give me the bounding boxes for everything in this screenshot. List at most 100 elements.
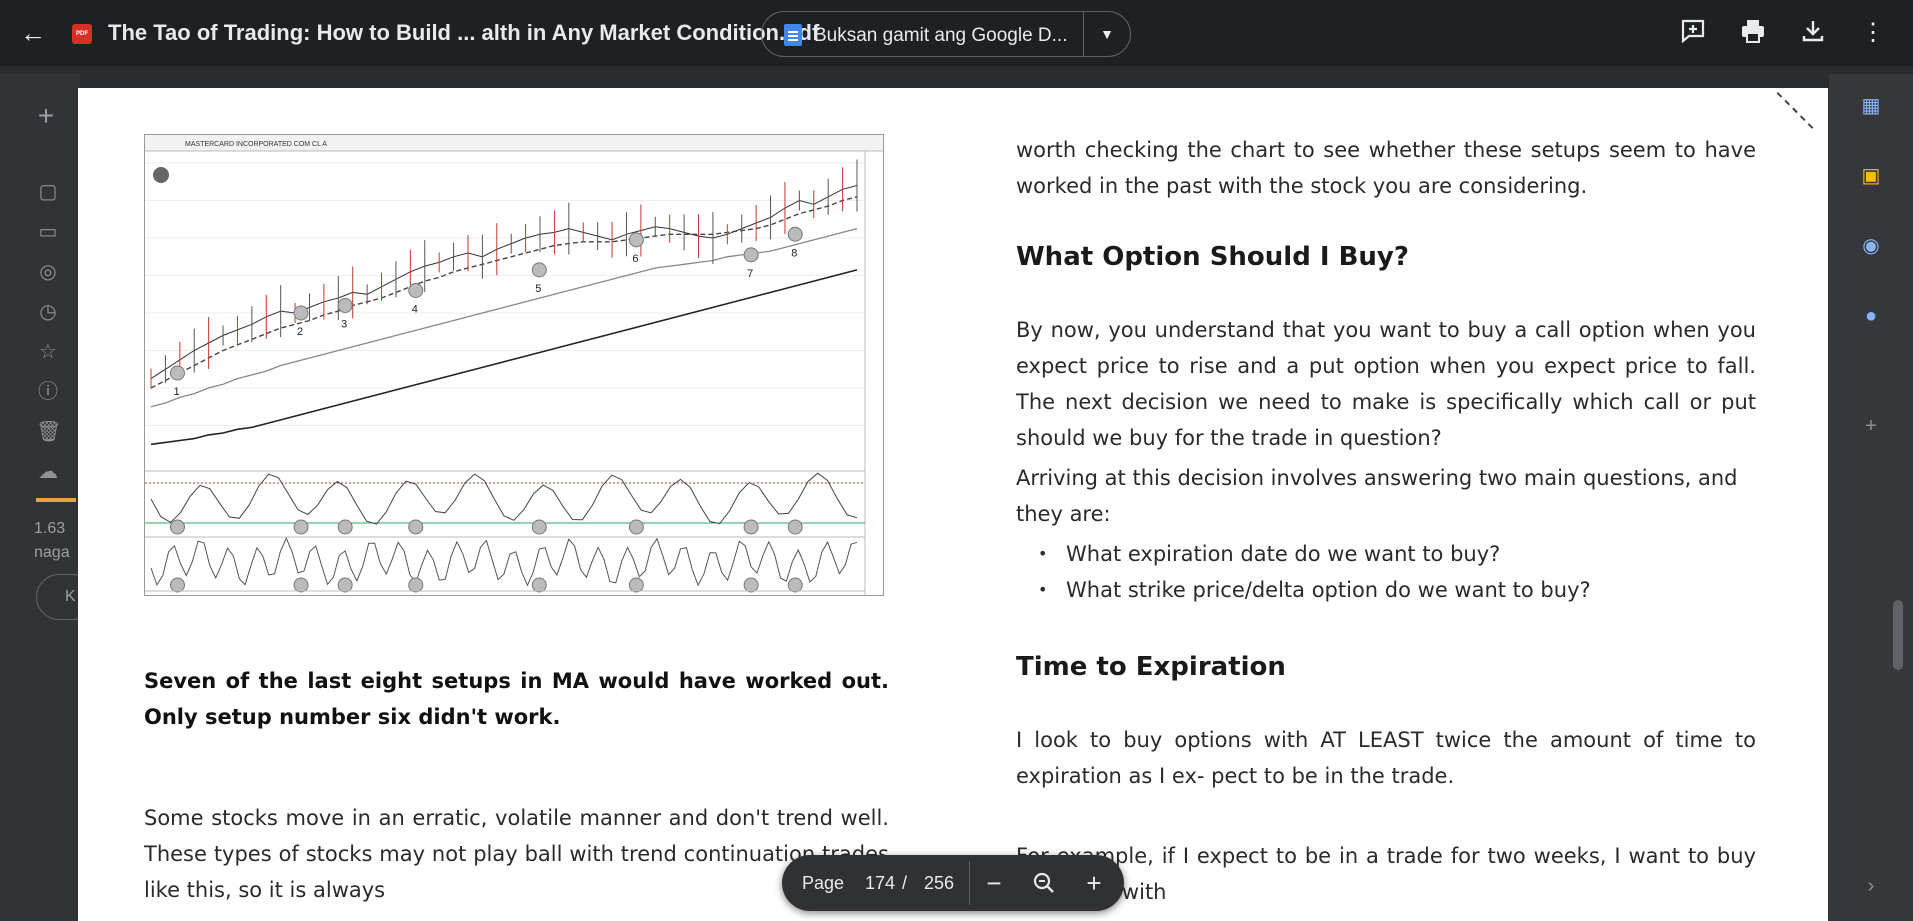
- pdf-file-icon: PDF: [72, 24, 92, 44]
- right-paragraph-4: I look to buy options with AT LEAST twic…: [1016, 728, 1756, 788]
- zoom-icon: [1033, 872, 1054, 893]
- rsi-marker: [408, 577, 424, 593]
- right-paragraph-3: Arriving at this decision involves answe…: [1016, 466, 1738, 526]
- setup-marker: [337, 298, 353, 313]
- setup-marker: [787, 226, 803, 242]
- rsi-marker: [787, 577, 803, 593]
- storage-icon: ☁: [38, 461, 58, 483]
- rsi-marker: [169, 577, 185, 593]
- right-paragraph-1: worth checking the chart to see whether …: [1016, 138, 1756, 198]
- setup-label: 6: [632, 253, 638, 265]
- series-line-3: [150, 269, 858, 446]
- page-separator: /: [902, 873, 908, 893]
- stock-chart-svg: MASTERCARD INCORPORATED COM CL A 1 2 3 4 5 6 7 8: [145, 135, 883, 595]
- chart-logo-icon: [153, 167, 169, 183]
- viewer-toolbar: ← PDF The Tao of Trading: How to Build .…: [0, 0, 1913, 66]
- setup-marker: [743, 247, 759, 263]
- page-label: Page: [802, 873, 845, 893]
- stock-chart: MASTERCARD INCORPORATED COM CL A 1 2 3 4 5 6 7 8: [144, 134, 884, 596]
- download-icon: [1802, 21, 1824, 42]
- more-vert-icon: ⋮: [1861, 19, 1885, 46]
- zoom-fit-button[interactable]: [1028, 867, 1060, 899]
- list-item: What expiration date do we want to buy?: [1016, 536, 1756, 572]
- trash-icon: 🗑: [36, 421, 62, 443]
- stoch-marker: [337, 519, 353, 535]
- chart-title: MASTERCARD INCORPORATED COM CL A: [185, 141, 327, 148]
- storage-subtext: naga: [34, 544, 70, 561]
- setup-marker: [293, 305, 309, 321]
- question-list: What expiration date do we want to buy? …: [1016, 536, 1756, 608]
- stoch-marker: [531, 519, 547, 535]
- rsi-marker: [337, 577, 353, 593]
- tasks-icon: ◉: [1862, 235, 1880, 257]
- get-storage-label: K: [65, 588, 76, 605]
- google-docs-icon: [784, 24, 802, 46]
- add-comment-button[interactable]: [1677, 17, 1709, 49]
- setup-label: 1: [173, 386, 179, 398]
- storage-text: 1.63: [34, 520, 66, 537]
- starred-icon: ☆: [39, 341, 57, 363]
- zoom-out-button[interactable]: −: [978, 867, 1010, 899]
- setup-marker: [408, 283, 424, 298]
- page-number-input[interactable]: 174: [862, 869, 898, 897]
- download-button[interactable]: [1797, 17, 1829, 49]
- document-title: The Tao of Trading: How to Build ... alt…: [108, 20, 820, 45]
- background-drive-sidebar: + ▢ ▭ ◎ ◷ ☆ ⓘ 🗑 ☁ 1.63 naga K: [0, 74, 96, 921]
- setup-label: 5: [535, 283, 541, 295]
- left-paragraph: Some stocks move in an erratic, volatile…: [144, 806, 889, 902]
- heading-what-option: What Option Should I Buy?: [1016, 242, 1409, 272]
- open-with-dropdown[interactable]: ▼: [1092, 22, 1122, 46]
- arrow-left-icon: ←: [20, 18, 46, 48]
- setup-label: 7: [747, 268, 753, 280]
- plus-icon: +: [1086, 868, 1102, 898]
- open-with-label: Buksan gamit ang Google D...: [814, 25, 1068, 46]
- setup-label: 2: [297, 326, 303, 338]
- open-with-button[interactable]: Buksan gamit ang Google D... ▼: [761, 11, 1131, 57]
- shared-icon: ◎: [39, 261, 57, 283]
- new-icon: +: [37, 100, 55, 131]
- toolbar-divider: [969, 861, 970, 905]
- stochastic-line: [150, 472, 858, 525]
- print-button[interactable]: [1737, 17, 1769, 49]
- zoom-in-button[interactable]: +: [1078, 867, 1110, 899]
- stoch-marker: [293, 519, 309, 535]
- scrollbar-thumb[interactable]: [1893, 600, 1903, 670]
- stoch-marker: [408, 519, 424, 535]
- series-line-0: [150, 185, 858, 380]
- minus-icon: −: [986, 868, 1002, 898]
- stoch-marker: [169, 519, 185, 535]
- my-drive-icon: ▢: [38, 181, 58, 203]
- add-comment-icon: [1681, 19, 1705, 44]
- computers-icon: ▭: [38, 221, 58, 243]
- setup-label: 8: [791, 247, 797, 259]
- stoch-marker: [628, 519, 644, 535]
- rsi-marker: [628, 577, 644, 593]
- contacts-icon: ●: [1864, 305, 1878, 327]
- setup-marker: [531, 262, 547, 278]
- setup-label: 4: [412, 304, 418, 316]
- setup-marker: [628, 232, 644, 248]
- page-total: 256: [924, 873, 955, 893]
- calendar-icon: ▦: [1861, 95, 1881, 117]
- get-addons-icon: +: [1865, 415, 1877, 437]
- rsi-marker: [531, 577, 547, 593]
- list-item: What strike price/delta option do we wan…: [1016, 572, 1756, 608]
- setup-marker: [169, 365, 185, 381]
- chevron-right-icon: ›: [1867, 875, 1875, 897]
- heading-time-to-expiration: Time to Expiration: [1016, 652, 1286, 682]
- chart-caption: Seven of the last eight setups in MA wou…: [144, 669, 889, 729]
- spam-icon: ⓘ: [38, 381, 58, 403]
- storage-bar: [36, 498, 76, 502]
- background-side-panel: ▦ ▣ ◉ ● + ›: [1829, 74, 1913, 921]
- keep-icon: ▣: [1861, 165, 1881, 187]
- pdf-page: MASTERCARD INCORPORATED COM CL A 1 2 3 4 5 6 7 8…: [78, 88, 1828, 921]
- setup-label: 3: [341, 319, 347, 331]
- page-navigation-bar: Page 174 / 256 − +: [782, 855, 1124, 911]
- stoch-marker: [787, 519, 803, 535]
- back-button[interactable]: ←: [18, 18, 48, 48]
- caret-down-icon: ▼: [1100, 26, 1114, 42]
- stoch-marker: [743, 519, 759, 535]
- rsi-marker: [293, 577, 309, 593]
- more-options-button[interactable]: ⋮: [1857, 17, 1889, 49]
- recent-icon: ◷: [39, 301, 57, 323]
